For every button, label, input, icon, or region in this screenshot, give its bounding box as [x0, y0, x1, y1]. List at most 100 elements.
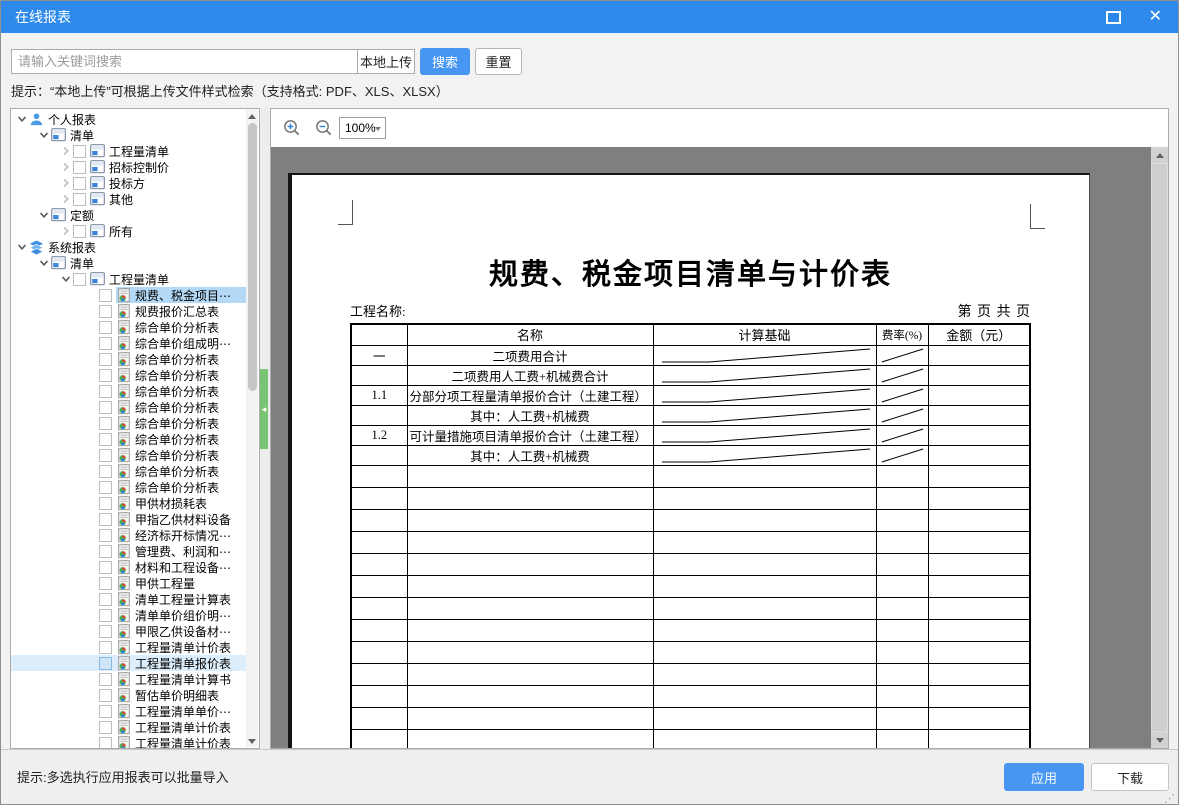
tree-checkbox[interactable]	[99, 289, 112, 302]
tree-checkbox[interactable]	[99, 529, 112, 542]
tree-node[interactable]: 工程量清单	[11, 271, 246, 287]
chevron-right-icon[interactable]	[59, 175, 73, 191]
tree-node[interactable]: 所有	[11, 223, 246, 239]
preview-scrollbar-thumb[interactable]	[1152, 164, 1167, 731]
tree-node[interactable]: 规费、税金项目⋯	[11, 287, 246, 303]
tree-checkbox[interactable]	[99, 337, 112, 350]
tree-node[interactable]: 其他	[11, 191, 246, 207]
tree-checkbox[interactable]	[99, 321, 112, 334]
tree-node[interactable]: 甲指乙供材料设备	[11, 511, 246, 527]
close-icon[interactable]: ✕	[1149, 1, 1162, 33]
tree-node[interactable]: 综合单价分析表	[11, 447, 246, 463]
zoom-out-icon[interactable]	[315, 119, 333, 137]
resize-grip[interactable]: ⋰	[1164, 792, 1175, 805]
scroll-up-icon[interactable]	[246, 110, 258, 122]
chevron-right-icon[interactable]	[59, 159, 73, 175]
chevron-down-icon[interactable]	[37, 127, 51, 143]
tree-node[interactable]: 定额	[11, 207, 246, 223]
zoom-level-select[interactable]: 100%	[339, 117, 386, 139]
tree-checkbox[interactable]	[99, 561, 112, 574]
tree-node[interactable]: 工程量清单	[11, 143, 246, 159]
tree-checkbox[interactable]	[99, 657, 112, 670]
tree-node[interactable]: 综合单价分析表	[11, 367, 246, 383]
tree-checkbox[interactable]	[99, 513, 112, 526]
chevron-down-icon[interactable]	[37, 207, 51, 223]
tree-scrollbar[interactable]	[246, 110, 258, 747]
tree-checkbox[interactable]	[99, 577, 112, 590]
chevron-right-icon[interactable]	[59, 223, 73, 239]
tree-node[interactable]: 清单	[11, 255, 246, 271]
tree-node[interactable]: 工程量清单计算书	[11, 671, 246, 687]
tree-checkbox[interactable]	[73, 161, 86, 174]
download-button[interactable]: 下载	[1091, 763, 1169, 791]
local-upload-button[interactable]: 本地上传	[357, 49, 415, 74]
tree-node[interactable]: 清单单价组价明⋯	[11, 607, 246, 623]
scroll-up-icon[interactable]	[1151, 147, 1168, 163]
tree-node[interactable]: 工程量清单计价表	[11, 719, 246, 735]
tree-checkbox[interactable]	[99, 689, 112, 702]
tree-node[interactable]: 清单	[11, 127, 246, 143]
tree-node[interactable]: 暂估单价明细表	[11, 687, 246, 703]
tree-node[interactable]: 材料和工程设备⋯	[11, 559, 246, 575]
tree-checkbox[interactable]	[99, 545, 112, 558]
tree-checkbox[interactable]	[99, 449, 112, 462]
tree-node[interactable]: 工程量清单计价表	[11, 735, 246, 748]
tree-node[interactable]: 综合单价分析表	[11, 399, 246, 415]
tree-node[interactable]: 综合单价组成明⋯	[11, 335, 246, 351]
tree-checkbox[interactable]	[99, 353, 112, 366]
tree-node[interactable]: 综合单价分析表	[11, 431, 246, 447]
apply-button[interactable]: 应用	[1004, 763, 1084, 791]
tree-node[interactable]: 甲限乙供设备材⋯	[11, 623, 246, 639]
tree-node[interactable]: 清单工程量计算表	[11, 591, 246, 607]
tree-node[interactable]: 甲供材损耗表	[11, 495, 246, 511]
tree-checkbox[interactable]	[73, 193, 86, 206]
tree-checkbox[interactable]	[99, 385, 112, 398]
search-button[interactable]: 搜索	[420, 48, 470, 75]
tree-node[interactable]: 系统报表	[11, 239, 246, 255]
tree-checkbox[interactable]	[73, 225, 86, 238]
tree-node[interactable]: 综合单价分析表	[11, 351, 246, 367]
tree-checkbox[interactable]	[73, 273, 86, 286]
tree-checkbox[interactable]	[99, 593, 112, 606]
tree-checkbox[interactable]	[99, 721, 112, 734]
tree-node[interactable]: 投标方	[11, 175, 246, 191]
tree-node[interactable]: 甲供工程量	[11, 575, 246, 591]
tree-node[interactable]: 经济标开标情况⋯	[11, 527, 246, 543]
scroll-down-icon[interactable]	[1151, 732, 1168, 748]
tree-checkbox[interactable]	[99, 481, 112, 494]
panel-splitter[interactable]: ◂	[260, 108, 270, 749]
chevron-right-icon[interactable]	[59, 191, 73, 207]
tree-checkbox[interactable]	[99, 433, 112, 446]
chevron-down-icon[interactable]	[15, 239, 29, 255]
chevron-right-icon[interactable]	[59, 143, 73, 159]
tree-checkbox[interactable]	[99, 641, 112, 654]
tree-checkbox[interactable]	[99, 417, 112, 430]
zoom-in-icon[interactable]	[283, 119, 301, 137]
search-input[interactable]	[11, 49, 358, 74]
chevron-down-icon[interactable]	[37, 255, 51, 271]
reset-button[interactable]: 重置	[475, 48, 522, 75]
tree-checkbox[interactable]	[99, 609, 112, 622]
tree-node[interactable]: 综合单价分析表	[11, 383, 246, 399]
tree-checkbox[interactable]	[99, 465, 112, 478]
tree-checkbox[interactable]	[99, 305, 112, 318]
tree-node[interactable]: 工程量清单报价表	[11, 655, 246, 671]
tree-node[interactable]: 个人报表	[11, 111, 246, 127]
tree-node[interactable]: 规费报价汇总表	[11, 303, 246, 319]
tree-checkbox[interactable]	[99, 673, 112, 686]
tree-node[interactable]: 综合单价分析表	[11, 479, 246, 495]
scroll-down-icon[interactable]	[246, 735, 258, 747]
tree-checkbox[interactable]	[99, 625, 112, 638]
maximize-icon[interactable]	[1106, 11, 1121, 24]
tree-scrollbar-thumb[interactable]	[248, 123, 257, 391]
tree-checkbox[interactable]	[73, 145, 86, 158]
tree-node[interactable]: 管理费、利润和⋯	[11, 543, 246, 559]
tree-node[interactable]: 综合单价分析表	[11, 319, 246, 335]
tree-node[interactable]: 综合单价分析表	[11, 463, 246, 479]
chevron-down-icon[interactable]	[59, 271, 73, 287]
tree-checkbox[interactable]	[99, 401, 112, 414]
tree-checkbox[interactable]	[99, 737, 112, 749]
tree-checkbox[interactable]	[99, 705, 112, 718]
preview-scrollbar[interactable]	[1151, 147, 1168, 748]
tree-checkbox[interactable]	[73, 177, 86, 190]
